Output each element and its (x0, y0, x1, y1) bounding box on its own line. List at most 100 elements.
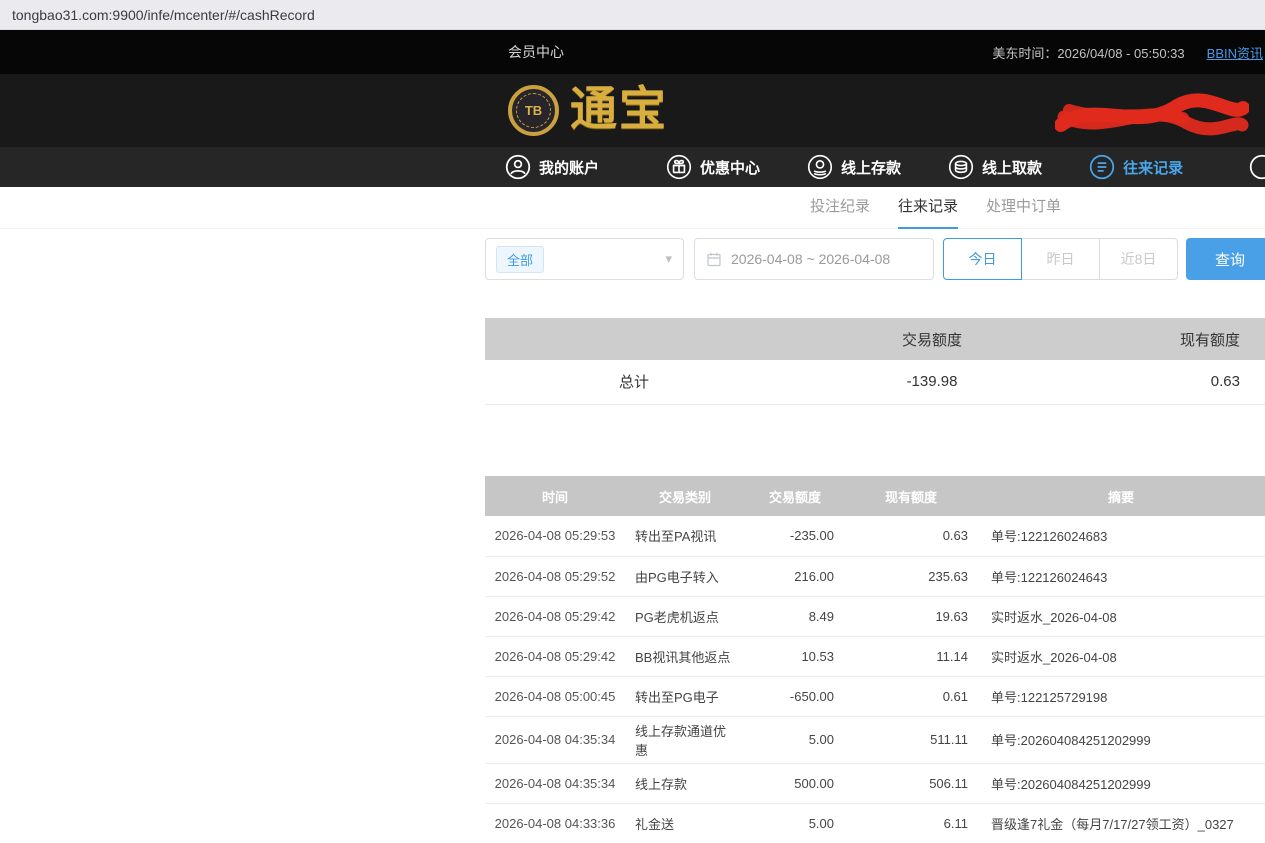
quick-date-button[interactable]: 今日 (943, 238, 1022, 280)
cell-time: 2026-04-08 05:29:52 (485, 556, 625, 596)
cell-amount: 8.49 (745, 596, 845, 636)
cell-amount: 500.00 (745, 763, 845, 803)
cell-note: 实时返水_2026-04-08 (977, 596, 1265, 636)
summary-header-balance: 现有额度 (1081, 318, 1265, 360)
summary-header-trade: 交易额度 (783, 318, 1081, 360)
cell-note: 单号:202604084251202999 (977, 716, 1265, 763)
cell-type: PG老虎机返点 (625, 596, 745, 636)
cell-amount: -650.00 (745, 676, 845, 716)
cell-balance: 0.61 (845, 676, 977, 716)
records-column-header: 摘要 (977, 476, 1265, 516)
table-row: 2026-04-08 04:35:34线上存款500.00506.11单号:20… (485, 763, 1265, 803)
cell-note: 晋级逢7礼金（每月7/17/27领工资）_0327 (977, 803, 1265, 843)
cell-time: 2026-04-08 05:29:42 (485, 636, 625, 676)
cell-note: 实时返水_2026-04-08 (977, 636, 1265, 676)
summary-total-label: 总计 (485, 360, 783, 404)
cell-time: 2026-04-08 04:33:36 (485, 803, 625, 843)
deposit-icon (807, 154, 833, 180)
gift-icon (666, 154, 692, 180)
member-center-link[interactable]: 会员中心 (508, 30, 564, 74)
page-url: tongbao31.com:9900/infe/mcenter/#/cashRe… (12, 7, 315, 23)
quick-date-button[interactable]: 近8日 (1099, 238, 1178, 280)
user-icon (505, 154, 531, 180)
cell-type: 转出至PA视讯 (625, 516, 745, 556)
page: tongbao31.com:9900/infe/mcenter/#/cashRe… (0, 0, 1265, 843)
cell-time: 2026-04-08 05:29:53 (485, 516, 625, 556)
summary-table: 交易额度 现有额度 总计 -139.98 0.63 (485, 318, 1265, 405)
cell-balance: 6.11 (845, 803, 977, 843)
date-range-value: 2026-04-08 ~ 2026-04-08 (731, 251, 890, 267)
quick-date-buttons: 今日昨日近8日 (943, 238, 1178, 280)
type-select[interactable]: 全部 ▾ (485, 238, 684, 280)
quick-date-button[interactable]: 昨日 (1021, 238, 1100, 280)
main-navigation: 我的账户 优惠中心 线上存款 线上取款 往来记录 (0, 147, 1265, 187)
table-row: 2026-04-08 05:29:42BB视讯其他返点10.5311.14实时返… (485, 636, 1265, 676)
nav-item[interactable]: 线上存款 (807, 154, 901, 180)
cell-amount: 5.00 (745, 716, 845, 763)
sub-navigation: 投注纪录往来记录处理中订单 (0, 187, 1265, 229)
subnav-item[interactable]: 往来记录 (898, 187, 958, 229)
cell-amount: -235.00 (745, 516, 845, 556)
records-column-header: 现有额度 (845, 476, 977, 516)
cell-balance: 506.11 (845, 763, 977, 803)
top-bar-right: 美东时间：2026/04/08 - 05:50:33 BBIN资讯 (992, 30, 1263, 74)
records-header-row: 时间交易类别交易额度现有额度摘要 (485, 476, 1265, 516)
logo-bar: TB 通宝 (0, 74, 1265, 147)
cell-type: 线上存款通道优惠 (625, 716, 745, 763)
nav-item-label: 线上存款 (841, 157, 901, 178)
nav-item-label: 往来记录 (1123, 157, 1183, 178)
cell-amount: 5.00 (745, 803, 845, 843)
cell-balance: 11.14 (845, 636, 977, 676)
browser-address-bar[interactable]: tongbao31.com:9900/infe/mcenter/#/cashRe… (0, 0, 1265, 30)
selected-type-tag: 全部 (496, 246, 544, 273)
subnav-item[interactable]: 投注纪录 (810, 187, 870, 229)
records-column-header: 交易额度 (745, 476, 845, 516)
bbin-news-link[interactable]: BBIN资讯 (1207, 43, 1263, 62)
nav-item[interactable]: 线上取款 (948, 154, 1042, 180)
nav-item[interactable]: 我的账户 (505, 154, 599, 180)
cell-note: 单号:122126024643 (977, 556, 1265, 596)
brand-chip-icon[interactable]: TB (508, 85, 559, 136)
top-utility-bar: 会员中心 美东时间：2026/04/08 - 05:50:33 BBIN资讯 (0, 30, 1265, 74)
withdraw-icon (948, 154, 974, 180)
cell-time: 2026-04-08 05:29:42 (485, 596, 625, 636)
partial-nav-icon[interactable] (1249, 154, 1265, 180)
records-table: 时间交易类别交易额度现有额度摘要 2026-04-08 05:29:53转出至P… (485, 476, 1265, 843)
cell-balance: 511.11 (845, 716, 977, 763)
chip-label: TB (516, 93, 551, 128)
cell-time: 2026-04-08 05:00:45 (485, 676, 625, 716)
summary-header-empty (485, 318, 783, 360)
cell-type: BB视讯其他返点 (625, 636, 745, 676)
cell-balance: 235.63 (845, 556, 977, 596)
cell-type: 礼金送 (625, 803, 745, 843)
subnav-item[interactable]: 处理中订单 (986, 187, 1061, 229)
filter-toolbar: 全部 ▾ 2026-04-08 ~ 2026-04-08 今日昨日近8日 查询 (485, 238, 1265, 280)
calendar-icon (706, 251, 722, 267)
records-tbody: 2026-04-08 05:29:53转出至PA视讯-235.000.63单号:… (485, 516, 1265, 843)
eastern-time-label: 美东时间：2026/04/08 - 05:50:33 (992, 43, 1184, 62)
nav-item-label: 优惠中心 (700, 157, 760, 178)
cell-time: 2026-04-08 04:35:34 (485, 716, 625, 763)
cell-type: 线上存款 (625, 763, 745, 803)
table-row: 2026-04-08 05:29:53转出至PA视讯-235.000.63单号:… (485, 516, 1265, 556)
records-icon (1089, 154, 1115, 180)
cell-balance: 19.63 (845, 596, 977, 636)
nav-item-label: 线上取款 (982, 157, 1042, 178)
cell-amount: 10.53 (745, 636, 845, 676)
cell-note: 单号:122126024683 (977, 516, 1265, 556)
summary-header-row: 交易额度 现有额度 (485, 318, 1265, 360)
cell-note: 单号:122125729198 (977, 676, 1265, 716)
cell-note: 单号:202604084251202999 (977, 763, 1265, 803)
nav-item[interactable]: 往来记录 (1089, 154, 1183, 180)
records-column-header: 时间 (485, 476, 625, 516)
cell-balance: 0.63 (845, 516, 977, 556)
cell-type: 由PG电子转入 (625, 556, 745, 596)
chevron-down-icon: ▾ (665, 251, 672, 267)
nav-item[interactable]: 优惠中心 (666, 154, 760, 180)
date-range-input[interactable]: 2026-04-08 ~ 2026-04-08 (694, 238, 934, 280)
brand-logo-text[interactable]: 通宝 (570, 74, 668, 147)
summary-total-row: 总计 -139.98 0.63 (485, 360, 1265, 404)
table-row: 2026-04-08 04:33:36礼金送5.006.11晋级逢7礼金（每月7… (485, 803, 1265, 843)
search-button[interactable]: 查询 (1186, 238, 1265, 280)
table-row: 2026-04-08 05:29:52由PG电子转入216.00235.63单号… (485, 556, 1265, 596)
